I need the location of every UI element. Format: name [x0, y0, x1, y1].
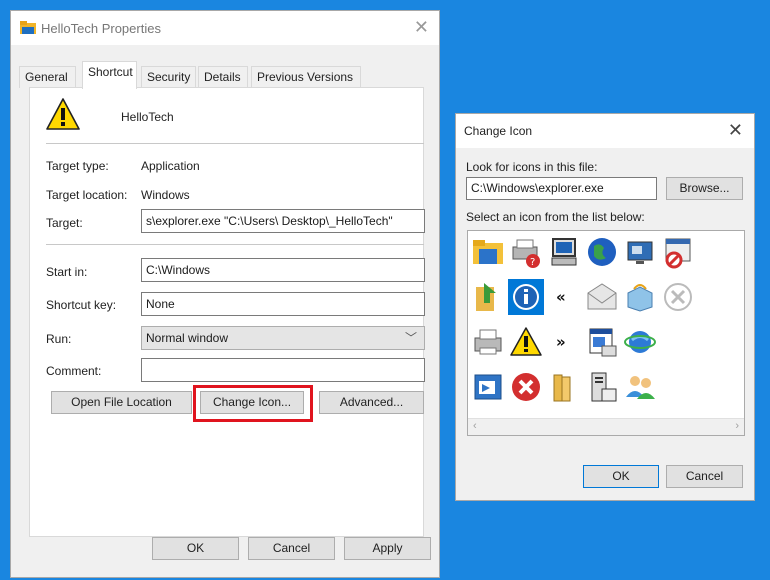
- shortcut-name: HelloTech: [121, 110, 174, 124]
- properties-titlebar: HelloTech Properties ✕: [11, 11, 439, 45]
- close-icon[interactable]: ✕: [728, 120, 743, 141]
- app-window-icon[interactable]: [470, 369, 506, 405]
- change-icon-title: Change Icon: [464, 124, 533, 138]
- shortcut-panel: HelloTech Target type: Application Targe…: [29, 87, 425, 537]
- mail-icon[interactable]: [584, 279, 620, 315]
- icon-list[interactable]: ? « » ‹ ›: [467, 230, 745, 436]
- target-label: Target:: [46, 216, 83, 230]
- svg-text:»: »: [556, 333, 566, 351]
- shortcut-key-label: Shortcut key:: [46, 298, 117, 312]
- highlight-box: [193, 385, 313, 422]
- svg-text:?: ?: [530, 257, 535, 268]
- users-icon[interactable]: [622, 369, 658, 405]
- target-field[interactable]: s\explorer.exe "C:\Users\ Desktop\_Hello…: [141, 209, 425, 233]
- comment-field[interactable]: [141, 358, 425, 382]
- info-icon[interactable]: [508, 279, 544, 315]
- package-icon[interactable]: [622, 279, 658, 315]
- double-right-arrow-icon[interactable]: »: [546, 324, 582, 360]
- run-select-value: Normal window: [146, 331, 229, 345]
- run-select[interactable]: Normal window ﹀: [141, 326, 425, 350]
- start-in-label: Start in:: [46, 265, 88, 279]
- change-icon-dialog: Change Icon ✕ Look for icons in this fil…: [455, 113, 755, 501]
- open-file-location-button[interactable]: Open File Location: [51, 391, 192, 414]
- tab-general[interactable]: General: [19, 66, 76, 88]
- document-window-icon[interactable]: [584, 324, 620, 360]
- shortcut-app-icon: [20, 21, 36, 38]
- tab-previous-versions[interactable]: Previous Versions: [251, 66, 361, 88]
- scroll-right-icon[interactable]: ›: [735, 420, 739, 432]
- books-icon[interactable]: [546, 369, 582, 405]
- change-icon-ok-button[interactable]: OK: [583, 465, 659, 488]
- blocked-window-icon[interactable]: [660, 234, 696, 270]
- double-left-arrow-icon[interactable]: «: [546, 279, 582, 315]
- cancel-button[interactable]: Cancel: [248, 537, 335, 560]
- warning-icon: [46, 98, 80, 133]
- target-type-value: Application: [141, 159, 200, 173]
- change-icon-cancel-button[interactable]: Cancel: [666, 465, 743, 488]
- advanced-button[interactable]: Advanced...: [319, 391, 424, 414]
- comment-label: Comment:: [46, 364, 102, 378]
- server-icon[interactable]: [584, 369, 620, 405]
- target-type-label: Target type:: [46, 159, 109, 173]
- divider: [46, 244, 424, 245]
- svg-text:«: «: [556, 288, 566, 306]
- chevron-down-icon: ﹀: [404, 331, 417, 345]
- properties-title: HelloTech Properties: [41, 21, 161, 36]
- ie-globe-icon[interactable]: [622, 324, 658, 360]
- globe-icon[interactable]: [584, 234, 620, 270]
- run-label: Run:: [46, 332, 72, 346]
- icon-file-field[interactable]: C:\Windows\explorer.exe: [466, 177, 657, 200]
- error-icon[interactable]: [508, 369, 544, 405]
- tab-details[interactable]: Details: [198, 66, 248, 88]
- properties-dialog: HelloTech Properties ✕ General Shortcut …: [10, 10, 440, 578]
- look-for-label: Look for icons in this file:: [466, 160, 598, 174]
- scroll-left-icon[interactable]: ‹: [473, 420, 477, 432]
- horizontal-scrollbar[interactable]: ‹ ›: [468, 418, 744, 435]
- cancel-circle-icon[interactable]: [660, 279, 696, 315]
- target-location-label: Target location:: [46, 188, 128, 202]
- tab-security[interactable]: Security: [141, 66, 196, 88]
- change-icon-titlebar: Change Icon ✕: [456, 114, 754, 148]
- ok-button[interactable]: OK: [152, 537, 239, 560]
- printer-icon[interactable]: [470, 324, 506, 360]
- folder-arrow-icon[interactable]: [470, 279, 506, 315]
- printer-help-icon[interactable]: ?: [508, 234, 544, 270]
- computer-icon[interactable]: [546, 234, 582, 270]
- browse-button[interactable]: Browse...: [666, 177, 743, 200]
- close-icon[interactable]: ✕: [414, 17, 429, 38]
- tab-shortcut[interactable]: Shortcut: [82, 61, 137, 89]
- target-location-value: Windows: [141, 188, 190, 202]
- start-in-field[interactable]: C:\Windows: [141, 258, 425, 282]
- apply-button[interactable]: Apply: [344, 537, 431, 560]
- shortcut-key-field[interactable]: None: [141, 292, 425, 316]
- warning-icon[interactable]: [508, 324, 544, 360]
- select-icon-label: Select an icon from the list below:: [466, 210, 645, 224]
- folder-icon[interactable]: [470, 234, 506, 270]
- divider: [46, 143, 424, 144]
- monitor-icon[interactable]: [622, 234, 658, 270]
